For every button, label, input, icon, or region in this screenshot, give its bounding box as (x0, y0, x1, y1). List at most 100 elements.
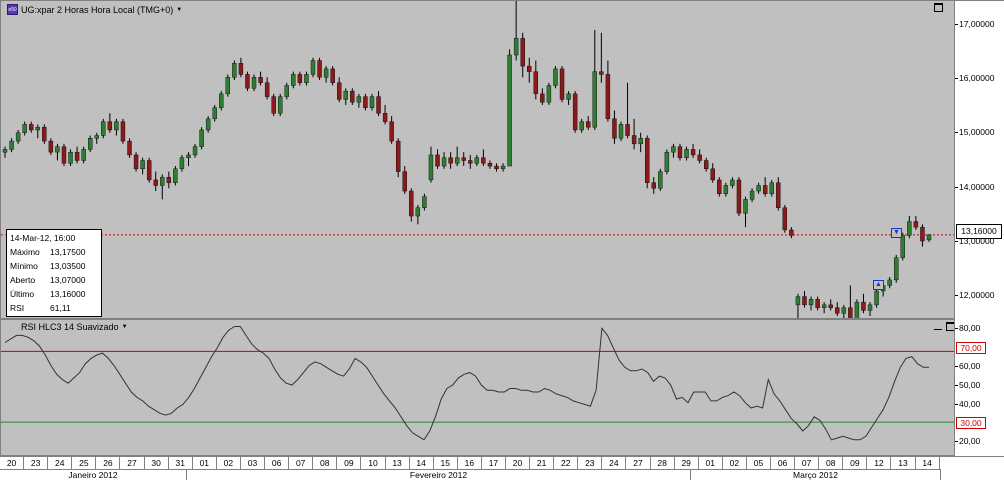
candle-body (382, 113, 388, 122)
candle-body (186, 154, 191, 158)
candle-body (422, 196, 427, 208)
date-tick-label: 23 (24, 457, 49, 469)
candle (789, 227, 794, 239)
candle (317, 57, 322, 80)
candle-body (101, 121, 106, 136)
rsi-title[interactable]: RSI HLC3 14 Suavizado (21, 322, 119, 332)
candle-body (697, 154, 702, 161)
candle (926, 234, 932, 242)
candle-body (913, 221, 919, 228)
chart-title-bar[interactable]: e50 UG:xpar 2 Horas Hora Local (TMG+0) ▼ (7, 4, 182, 15)
candle (841, 304, 847, 318)
candle (513, 1, 519, 61)
last-price-label: 13,16000 (956, 224, 1002, 239)
date-tick-label: 24 (48, 457, 73, 469)
candle (258, 71, 263, 86)
candle-body (638, 138, 643, 145)
candle (572, 91, 578, 133)
date-tick-label: 29 (675, 457, 699, 469)
rsi-tick-label: 50,00 (959, 380, 981, 390)
candle (658, 168, 663, 192)
candle (22, 121, 27, 136)
rsi-title-bar[interactable]: RSI HLC3 14 Suavizado ▼ (21, 322, 128, 332)
candle (559, 66, 565, 103)
candle (2, 146, 8, 158)
sell-signal-marker-icon[interactable]: ▼ (891, 228, 902, 238)
date-tick-label: 07 (289, 457, 314, 469)
candle-body (350, 90, 355, 103)
date-tick-label: 26 (96, 457, 121, 469)
candle (284, 82, 289, 100)
candle-body (520, 38, 525, 67)
rsi-axis[interactable]: 80,00 70,00 60,00 50,00 40,00 30,00 20,0… (955, 319, 1004, 456)
candle-body (330, 68, 335, 83)
candle (48, 138, 54, 155)
date-tick-label: 02 (723, 457, 747, 469)
price-axis[interactable]: 17,00000 16,00000 15,00000 14,00000 13,0… (955, 0, 1004, 319)
chart-title[interactable]: UG:xpar 2 Horas Hora Local (TMG+0) (21, 5, 173, 15)
candle-body (219, 93, 224, 108)
candle-body (55, 146, 60, 153)
rsi-tick-mark (955, 328, 958, 329)
date-tick-label: 27 (120, 457, 145, 469)
candle-body (402, 171, 407, 192)
price-tick-mark (955, 187, 958, 188)
candle-body (717, 179, 722, 195)
date-month-row: Janeiro 2012 Fevereiro 2012 Março 2012 (0, 469, 941, 480)
date-tick-label: 09 (337, 457, 362, 469)
candle (297, 71, 303, 86)
candle (468, 154, 473, 169)
candle (592, 29, 597, 130)
candle (304, 71, 309, 86)
candle-body (861, 301, 866, 311)
candle-body (645, 138, 650, 183)
candle-body (310, 60, 316, 75)
candle (107, 113, 113, 133)
candle-body (769, 182, 774, 195)
minimize-pane-icon[interactable] (934, 322, 943, 331)
candle-body (395, 140, 401, 172)
candle (291, 71, 296, 89)
rsi-tick-mark (955, 441, 958, 442)
candle (474, 154, 480, 167)
candle (553, 66, 558, 89)
candle (68, 149, 73, 167)
price-chart-pane[interactable]: e50 UG:xpar 2 Horas Hora Local (TMG+0) ▼… (0, 0, 955, 319)
rsi-tick-mark (955, 385, 958, 386)
date-tick-label: 31 (169, 457, 193, 469)
candle (205, 116, 211, 133)
title-dropdown-caret-icon[interactable]: ▼ (176, 7, 182, 13)
candle-body (140, 160, 145, 170)
date-tick-label: 03 (241, 457, 266, 469)
candle (166, 171, 172, 189)
buy-signal-marker-icon[interactable]: ▲ (873, 280, 884, 290)
candle-body (572, 93, 578, 131)
maximize-rsi-pane-icon[interactable] (946, 322, 954, 331)
candle-body (592, 71, 597, 128)
candle (664, 149, 670, 175)
candle-body (749, 190, 755, 200)
candle-body (271, 96, 276, 114)
candle (743, 196, 748, 228)
candle-body (291, 74, 296, 86)
candle-body (225, 76, 231, 95)
candle-body (782, 207, 788, 231)
maximize-pane-icon[interactable] (934, 3, 943, 12)
candle-body (664, 151, 670, 172)
candle-body (631, 135, 637, 145)
date-axis[interactable]: 20 23 24 25 26 27 30 31 01 02 03 06 07 08 09 10 13 14 15 16… (0, 456, 1004, 480)
candle (179, 154, 185, 172)
candle (35, 124, 40, 139)
rsi-pane[interactable]: RSI HLC3 14 Suavizado ▼ (0, 319, 955, 456)
date-tick-label: 08 (313, 457, 338, 469)
candle-body (867, 304, 873, 311)
candle (186, 152, 191, 167)
rsi-dropdown-caret-icon[interactable]: ▼ (122, 324, 128, 330)
candle (717, 177, 722, 197)
candle (795, 293, 801, 318)
candle (350, 88, 355, 105)
candle (821, 302, 827, 314)
candle-body (920, 226, 925, 242)
candle (441, 152, 447, 169)
data-window-row: RSI 61,11 (10, 303, 71, 313)
